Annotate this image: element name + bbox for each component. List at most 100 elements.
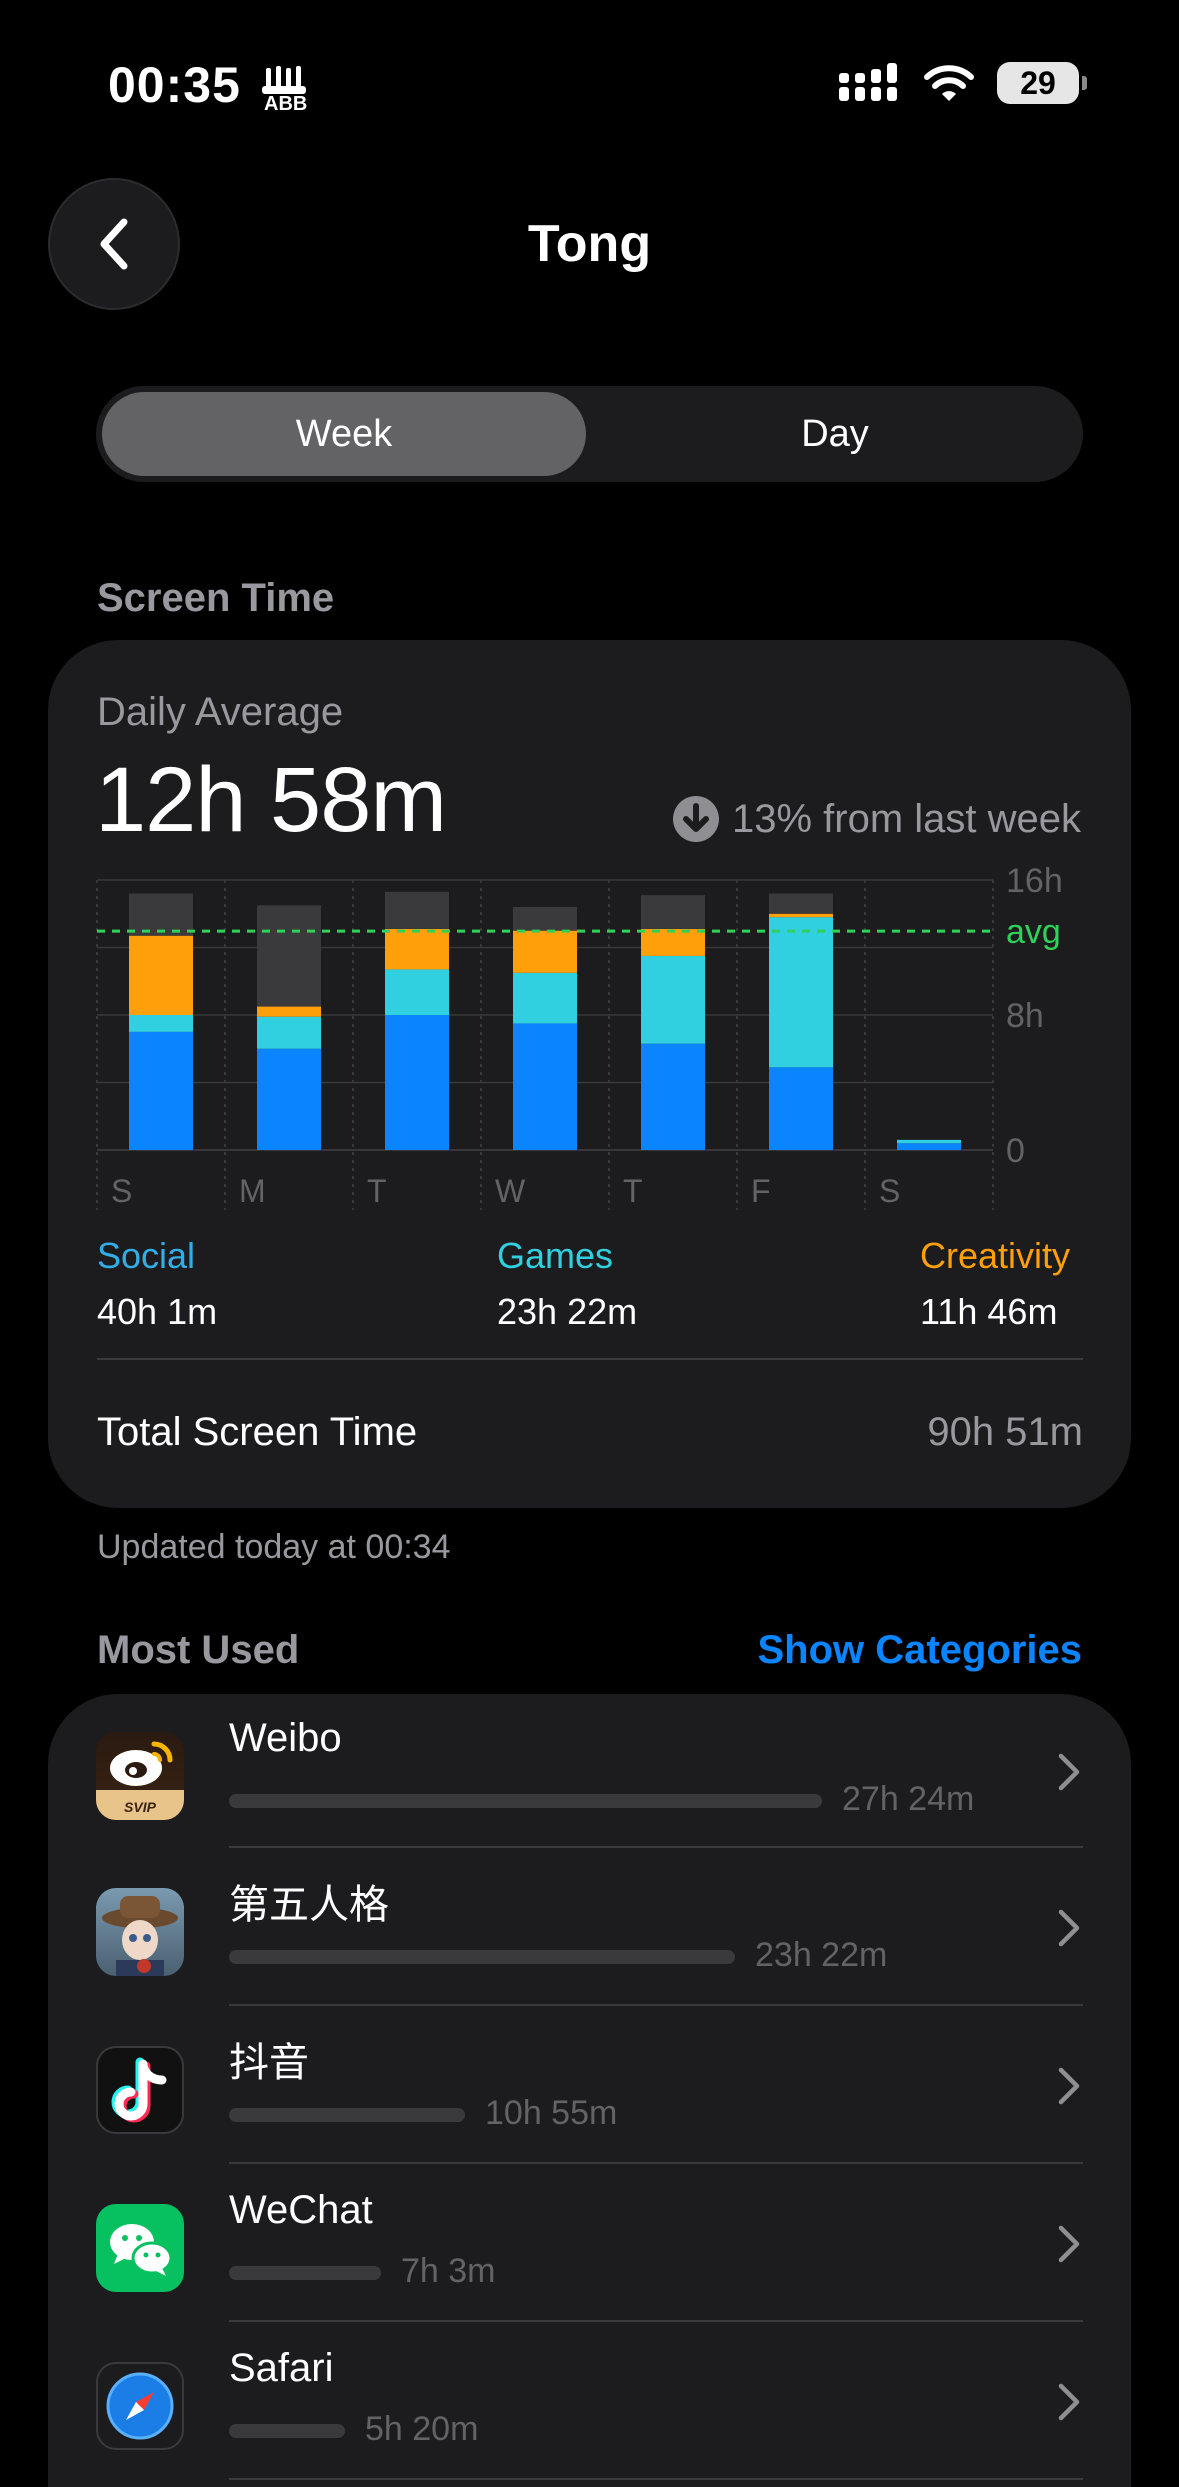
chart-bar-other [641,895,705,929]
chart-bar-creativity [257,1006,321,1017]
chart-bar-creativity [385,928,449,970]
chart-bar-games [513,972,577,1024]
chart-x-tick-label: S [879,1173,900,1209]
screen-time-card[interactable]: Daily Average 12h 58m 13% from last week… [48,640,1131,1508]
usage-bar [229,1794,822,1808]
app-usage-time: 7h 3m [401,2252,496,2290]
chart-bar-games [385,969,449,1015]
total-screen-time-label: Total Screen Time [97,1410,418,1454]
chart-x-tick-label: S [111,1173,132,1209]
chart-bar-social [385,1015,449,1150]
status-time: 00:35 [108,57,241,113]
chart-x-tick-label: T [367,1173,387,1209]
divider [97,1358,1083,1360]
wechat-icon [96,2204,184,2292]
total-screen-time-value: 90h 51m [927,1410,1083,1454]
chart-bar-social [129,1031,193,1150]
app-row-douyin[interactable]: 抖音 10h 55m [48,2008,1131,2166]
app-usage-time: 23h 22m [755,1936,888,1974]
show-categories-button[interactable]: Show Categories [757,1628,1082,1673]
chart-bar-other [129,893,193,936]
category-name: Social [97,1235,196,1276]
app-usage-time: 10h 55m [485,2094,618,2132]
chart-bar-social [513,1023,577,1150]
chart-bar-creativity [513,930,577,973]
wifi-icon [924,65,974,101]
chart-y-tick-label: 16h [1006,862,1063,900]
battery-indicator: 29 [997,62,1087,104]
cellular-signal-icon [839,63,897,101]
identity-v-icon [96,1888,184,1976]
chart-bar-other [257,905,321,1007]
chart-bar-creativity [641,928,705,956]
category-name: Creativity [920,1235,1071,1276]
safari-icon [96,2362,184,2450]
chevron-right-icon [1058,2067,1080,2105]
app-usage-time: 5h 20m [365,2410,479,2448]
chart-x-tick-label: M [239,1173,266,1209]
category-value: 40h 1m [97,1291,218,1332]
app-name: Weibo [229,1716,342,1760]
category-name: Games [497,1235,614,1276]
chart-bar-games [641,955,705,1044]
chart-bar-games [769,917,833,1068]
douyin-icon [96,2046,184,2134]
week-tab[interactable]: Week [102,392,586,476]
app-name: 第五人格 [229,1883,389,1927]
usage-bar [229,2108,465,2122]
category-value: 23h 22m [497,1291,638,1332]
row-divider [229,1846,1083,1848]
chevron-right-icon [1058,1753,1080,1791]
chart-bar-creativity [129,935,193,1015]
chevron-right-icon [1058,2383,1080,2421]
chart-bar-other [769,893,833,914]
chart-bar-social [897,1143,961,1150]
category-creativity: Creativity 11h 46m [920,1235,1070,1333]
app-row-identity-v[interactable]: 第五人格 23h 22m [48,1850,1131,2008]
chart-bar-creativity [769,913,833,918]
category-games: Games 23h 22m [497,1235,637,1333]
app-row-weibo[interactable]: SVIP Weibo 27h 24m [48,1694,1131,1852]
chart-bar-social [257,1048,321,1150]
most-used-card: SVIP Weibo 27h 24m 第五人格 23h 22m 抖音 10h 5… [48,1694,1131,2487]
app-usage-time: 27h 24m [842,1780,975,1818]
weibo-icon: SVIP [96,1732,184,1820]
app-row-safari[interactable]: Safari 5h 20m [48,2324,1131,2482]
chart-bar-other [513,907,577,931]
period-segmented-control: Week Day [96,386,1083,482]
status-right: 29 [839,62,1087,104]
screen-recording-icon: ABB [262,66,307,114]
chevron-right-icon [1058,1909,1080,1947]
weekly-usage-chart[interactable]: S M T W T F S 0 8h 16h avg [48,640,1131,1220]
chart-bar-games [129,1015,193,1032]
usage-bar [229,2424,345,2438]
svg-text:ABB: ABB [264,93,307,114]
chart-y-tick-label: 0 [1006,1132,1025,1170]
app-name: Safari [229,2346,334,2390]
status-bar: 00:35 ABB 29 [0,0,1179,170]
category-social: Social 40h 1m [97,1235,217,1333]
chart-x-tick-label: W [495,1173,526,1209]
row-divider [229,2004,1083,2006]
row-divider [229,2162,1083,2164]
chevron-right-icon [1058,2225,1080,2263]
chart-x-tick-label: T [623,1173,643,1209]
chart-average-label: avg [1006,913,1061,951]
chart-bar-other [385,891,449,929]
most-used-label: Most Used [97,1628,300,1672]
app-row-wechat[interactable]: WeChat 7h 3m [48,2166,1131,2324]
category-value: 11h 46m [920,1291,1058,1332]
chart-bar-games [257,1016,321,1049]
updated-timestamp: Updated today at 00:34 [97,1528,451,1566]
chart-bar-social [641,1043,705,1150]
battery-level: 29 [1020,64,1056,101]
row-divider [229,2320,1083,2322]
page-title: Tong [527,215,652,273]
app-name: WeChat [229,2188,373,2232]
usage-bar [229,2266,381,2280]
chart-y-tick-label: 8h [1006,997,1044,1035]
usage-bar [229,1950,735,1964]
screen-time-section-label: Screen Time [97,576,335,620]
day-tab[interactable]: Day [593,392,1077,476]
chart-bar-social [769,1067,833,1150]
